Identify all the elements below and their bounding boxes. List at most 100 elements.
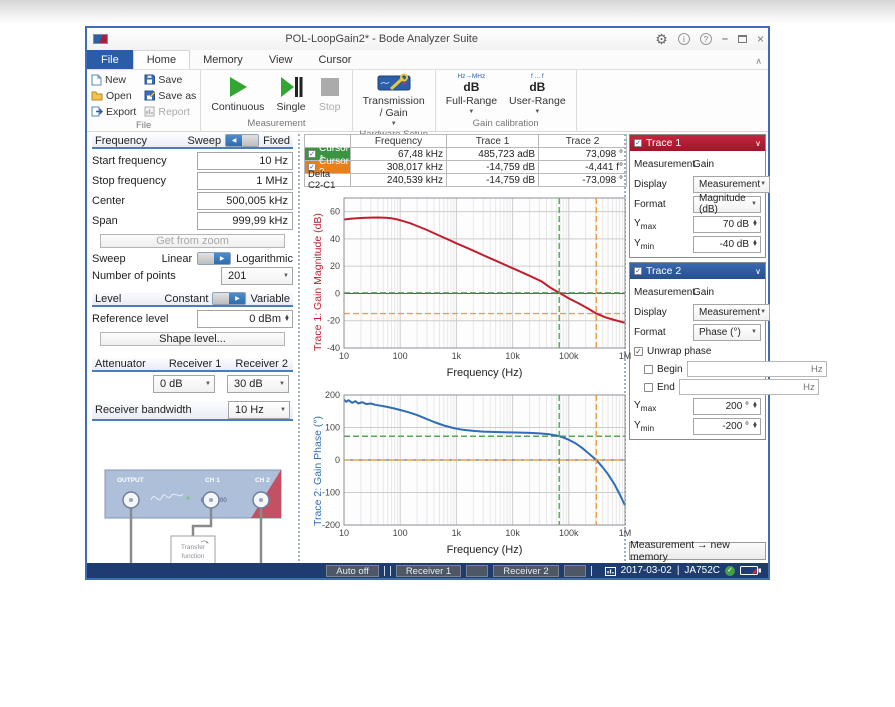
help-icon[interactable]: ? <box>700 33 712 45</box>
tab-file[interactable]: File <box>87 50 133 69</box>
spinner-arrows-icon[interactable]: ▲▼ <box>752 241 758 248</box>
svg-text:CH 1: CH 1 <box>205 477 220 484</box>
ribbon-tab-strip: File Home Memory View Cursor ∧ <box>87 50 768 70</box>
save-button[interactable]: Save <box>144 72 196 87</box>
end-row: End <box>634 378 761 396</box>
trace2-ymax-label: Ymax <box>634 400 690 413</box>
spinner-arrows-icon[interactable]: ▲▼ <box>752 221 758 228</box>
full-range-icon: Hz→MHz dB <box>457 74 485 93</box>
chevron-down-icon[interactable]: ∨ <box>755 139 761 148</box>
chevron-down-icon: ▼ <box>391 121 397 127</box>
trace1-ymin-stepper[interactable]: -40 dB▲▼ <box>693 236 761 253</box>
measurement-to-new-memory-button[interactable]: Measurement → new memory <box>629 542 766 560</box>
constant-variable-toggle[interactable]: ▶ <box>212 292 246 305</box>
report-button[interactable]: Report <box>144 104 196 119</box>
svg-text:100k: 100k <box>559 351 579 361</box>
svg-text:10k: 10k <box>505 351 520 361</box>
trace1-display-dropdown[interactable]: Measurement▼ <box>693 176 770 193</box>
number-of-points-dropdown[interactable]: 201▼ <box>221 267 293 285</box>
settings-gear-icon[interactable]: ⚙ <box>655 32 668 46</box>
trace2-ymax-stepper[interactable]: 200 °▲▼ <box>693 398 761 415</box>
svg-text:100: 100 <box>393 351 408 361</box>
receiver1-column-label: Receiver 1 <box>169 358 222 370</box>
begin-row: Begin <box>634 360 761 378</box>
unwrap-phase-row[interactable]: ✓ Unwrap phase <box>634 342 761 360</box>
magnitude-chart[interactable]: 101001k10k100k1M6040200-20-40Frequency (… <box>304 193 631 379</box>
cursor1-checkbox[interactable]: ✓ <box>308 150 316 158</box>
svg-text:OUTPUT: OUTPUT <box>117 477 144 484</box>
receiver2-column-label: Receiver 2 <box>235 358 288 370</box>
group-label-file: File <box>91 119 196 133</box>
chevron-down-icon[interactable]: ∨ <box>755 267 761 276</box>
center-field[interactable] <box>197 192 293 210</box>
stop-button[interactable]: Stop <box>312 74 348 114</box>
spinner-arrows-icon[interactable]: ▲▼ <box>752 403 758 410</box>
start-frequency-field[interactable] <box>197 152 293 170</box>
cursor-table: Frequency Trace 1 Trace 2 ✓ Cursor 1 67,… <box>304 134 627 187</box>
close-button[interactable]: × <box>757 32 764 46</box>
tab-home[interactable]: Home <box>133 50 190 69</box>
stop-frequency-field[interactable] <box>197 172 293 190</box>
open-button[interactable]: Open <box>91 88 136 103</box>
spinner-arrows-icon[interactable]: ▲▼ <box>752 423 758 430</box>
attenuator-section-header: Attenuator Receiver 1 Receiver 2 <box>92 358 293 372</box>
svg-text:100k: 100k <box>559 528 579 538</box>
trace1-format-dropdown[interactable]: Magnitude (dB)▼ <box>693 196 761 213</box>
transmission-gain-button[interactable]: Transmission / Gain ▼ <box>357 72 431 128</box>
auto-off-badge[interactable]: Auto off <box>326 565 379 577</box>
trace2-box: ✓ Trace 2 ∨ Measurement Gain Display Mea… <box>629 262 766 440</box>
trace2-ymin-stepper[interactable]: -200 °▲▼ <box>693 418 761 435</box>
user-range-button[interactable]: f ... f dB User-Range ▼ <box>503 73 572 116</box>
trace1-header[interactable]: ✓ Trace 1 ∨ <box>630 135 765 151</box>
trace1-checkbox[interactable]: ✓ <box>634 139 642 147</box>
attenuator-receiver2-dropdown[interactable]: 30 dB▼ <box>227 375 289 393</box>
end-field[interactable] <box>679 379 819 395</box>
svg-text:1M: 1M <box>619 528 631 538</box>
report-icon <box>144 106 155 117</box>
svg-text:-20: -20 <box>327 316 340 326</box>
trace2-header[interactable]: ✓ Trace 2 ∨ <box>630 263 765 279</box>
trace2-checkbox[interactable]: ✓ <box>634 267 642 275</box>
single-button[interactable]: Single <box>270 74 311 114</box>
minimize-button[interactable]: – <box>722 33 728 45</box>
unwrap-phase-checkbox[interactable]: ✓ <box>634 347 643 356</box>
shape-level-button[interactable]: Shape level... <box>100 332 285 346</box>
begin-field[interactable] <box>687 361 827 377</box>
tab-memory[interactable]: Memory <box>190 50 256 69</box>
receiver-bandwidth-dropdown[interactable]: 10 Hz▼ <box>228 401 290 419</box>
receiver2-badge[interactable]: Receiver 2 <box>493 565 558 577</box>
phase-chart[interactable]: 101001k10k100k1M2001000-100-200Frequency… <box>304 390 631 556</box>
new-button[interactable]: New <box>91 72 136 87</box>
tab-cursor[interactable]: Cursor <box>305 50 364 69</box>
trace2-display-dropdown[interactable]: Measurement▼ <box>693 304 770 321</box>
user-range-icon: f ... f dB <box>529 74 545 93</box>
tab-view[interactable]: View <box>256 50 306 69</box>
receiver1-badge[interactable]: Receiver 1 <box>396 565 461 577</box>
info-icon[interactable]: i <box>678 33 690 45</box>
maximize-button[interactable] <box>738 35 747 43</box>
linear-log-toggle[interactable]: ▶ <box>197 252 231 265</box>
save-as-button[interactable]: Save as <box>144 88 196 103</box>
reference-level-stepper[interactable]: 0 dBm ▲▼ <box>197 310 293 328</box>
trace2-format-dropdown[interactable]: Phase (°)▼ <box>693 324 761 341</box>
svg-text:10: 10 <box>339 351 349 361</box>
save-as-floppy-icon <box>144 90 155 101</box>
trace1-ymax-stepper[interactable]: 70 dB▲▼ <box>693 216 761 233</box>
export-button[interactable]: Export <box>91 104 136 119</box>
device-serial: JA752C <box>684 565 720 576</box>
trace1-ymax-label: Ymax <box>634 218 690 231</box>
end-checkbox[interactable] <box>644 383 653 392</box>
attenuator-receiver1-dropdown[interactable]: 0 dB▼ <box>153 375 215 393</box>
chevron-down-icon: ▼ <box>279 381 285 387</box>
span-field[interactable] <box>197 212 293 230</box>
continuous-button[interactable]: Continuous <box>205 74 270 114</box>
spinner-arrows-icon[interactable]: ▲▼ <box>284 316 290 323</box>
ribbon-collapse-icon[interactable]: ∧ <box>755 50 762 69</box>
trace1-box: ✓ Trace 1 ∨ Measurement Gain Display Mea… <box>629 134 766 258</box>
svg-text:function: function <box>181 553 204 560</box>
get-from-zoom-button[interactable]: Get from zoom <box>100 234 285 248</box>
calibration-date-icon <box>605 566 616 576</box>
full-range-button[interactable]: Hz→MHz dB Full-Range ▼ <box>440 73 503 116</box>
sweep-fixed-toggle[interactable]: ◀ <box>225 134 259 147</box>
begin-checkbox[interactable] <box>644 365 653 374</box>
